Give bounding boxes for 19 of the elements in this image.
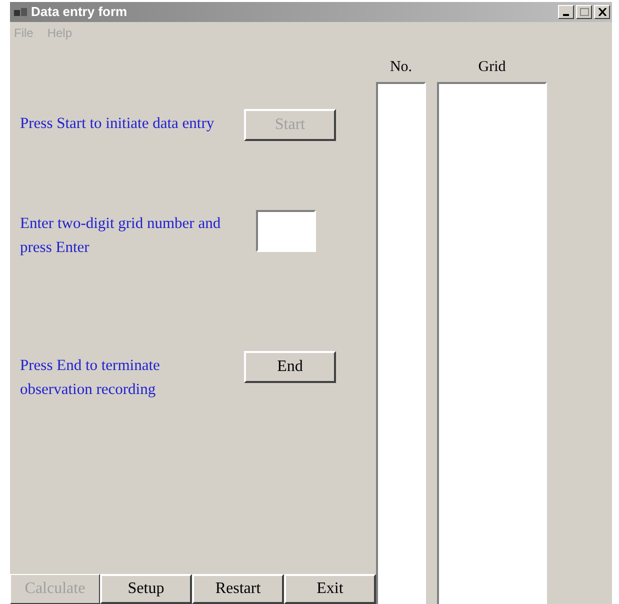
maximize-icon (580, 8, 588, 16)
list-box[interactable] (437, 82, 547, 604)
list-box[interactable] (376, 82, 426, 604)
instruction-text: Press End to terminate observation recording (20, 356, 161, 400)
column-heading: No. (390, 58, 412, 77)
window-title: Data entry form (31, 3, 128, 22)
push-button[interactable]: Setup (100, 574, 192, 604)
push-button[interactable]: Exit (284, 574, 376, 604)
close-button[interactable] (594, 5, 610, 19)
close-icon (598, 8, 606, 16)
instruction-text: Press Start to initiate data entry (20, 114, 216, 134)
column-heading: Grid (478, 58, 506, 77)
maximize-button[interactable] (576, 5, 592, 19)
push-button[interactable]: Restart (192, 574, 284, 604)
minimize-button[interactable] (558, 5, 574, 19)
push-button[interactable]: End (244, 351, 336, 383)
instruction-text: Enter two-digit grid number and press Enter (20, 214, 222, 258)
app-icon (14, 7, 28, 17)
input-field[interactable] (256, 210, 316, 252)
